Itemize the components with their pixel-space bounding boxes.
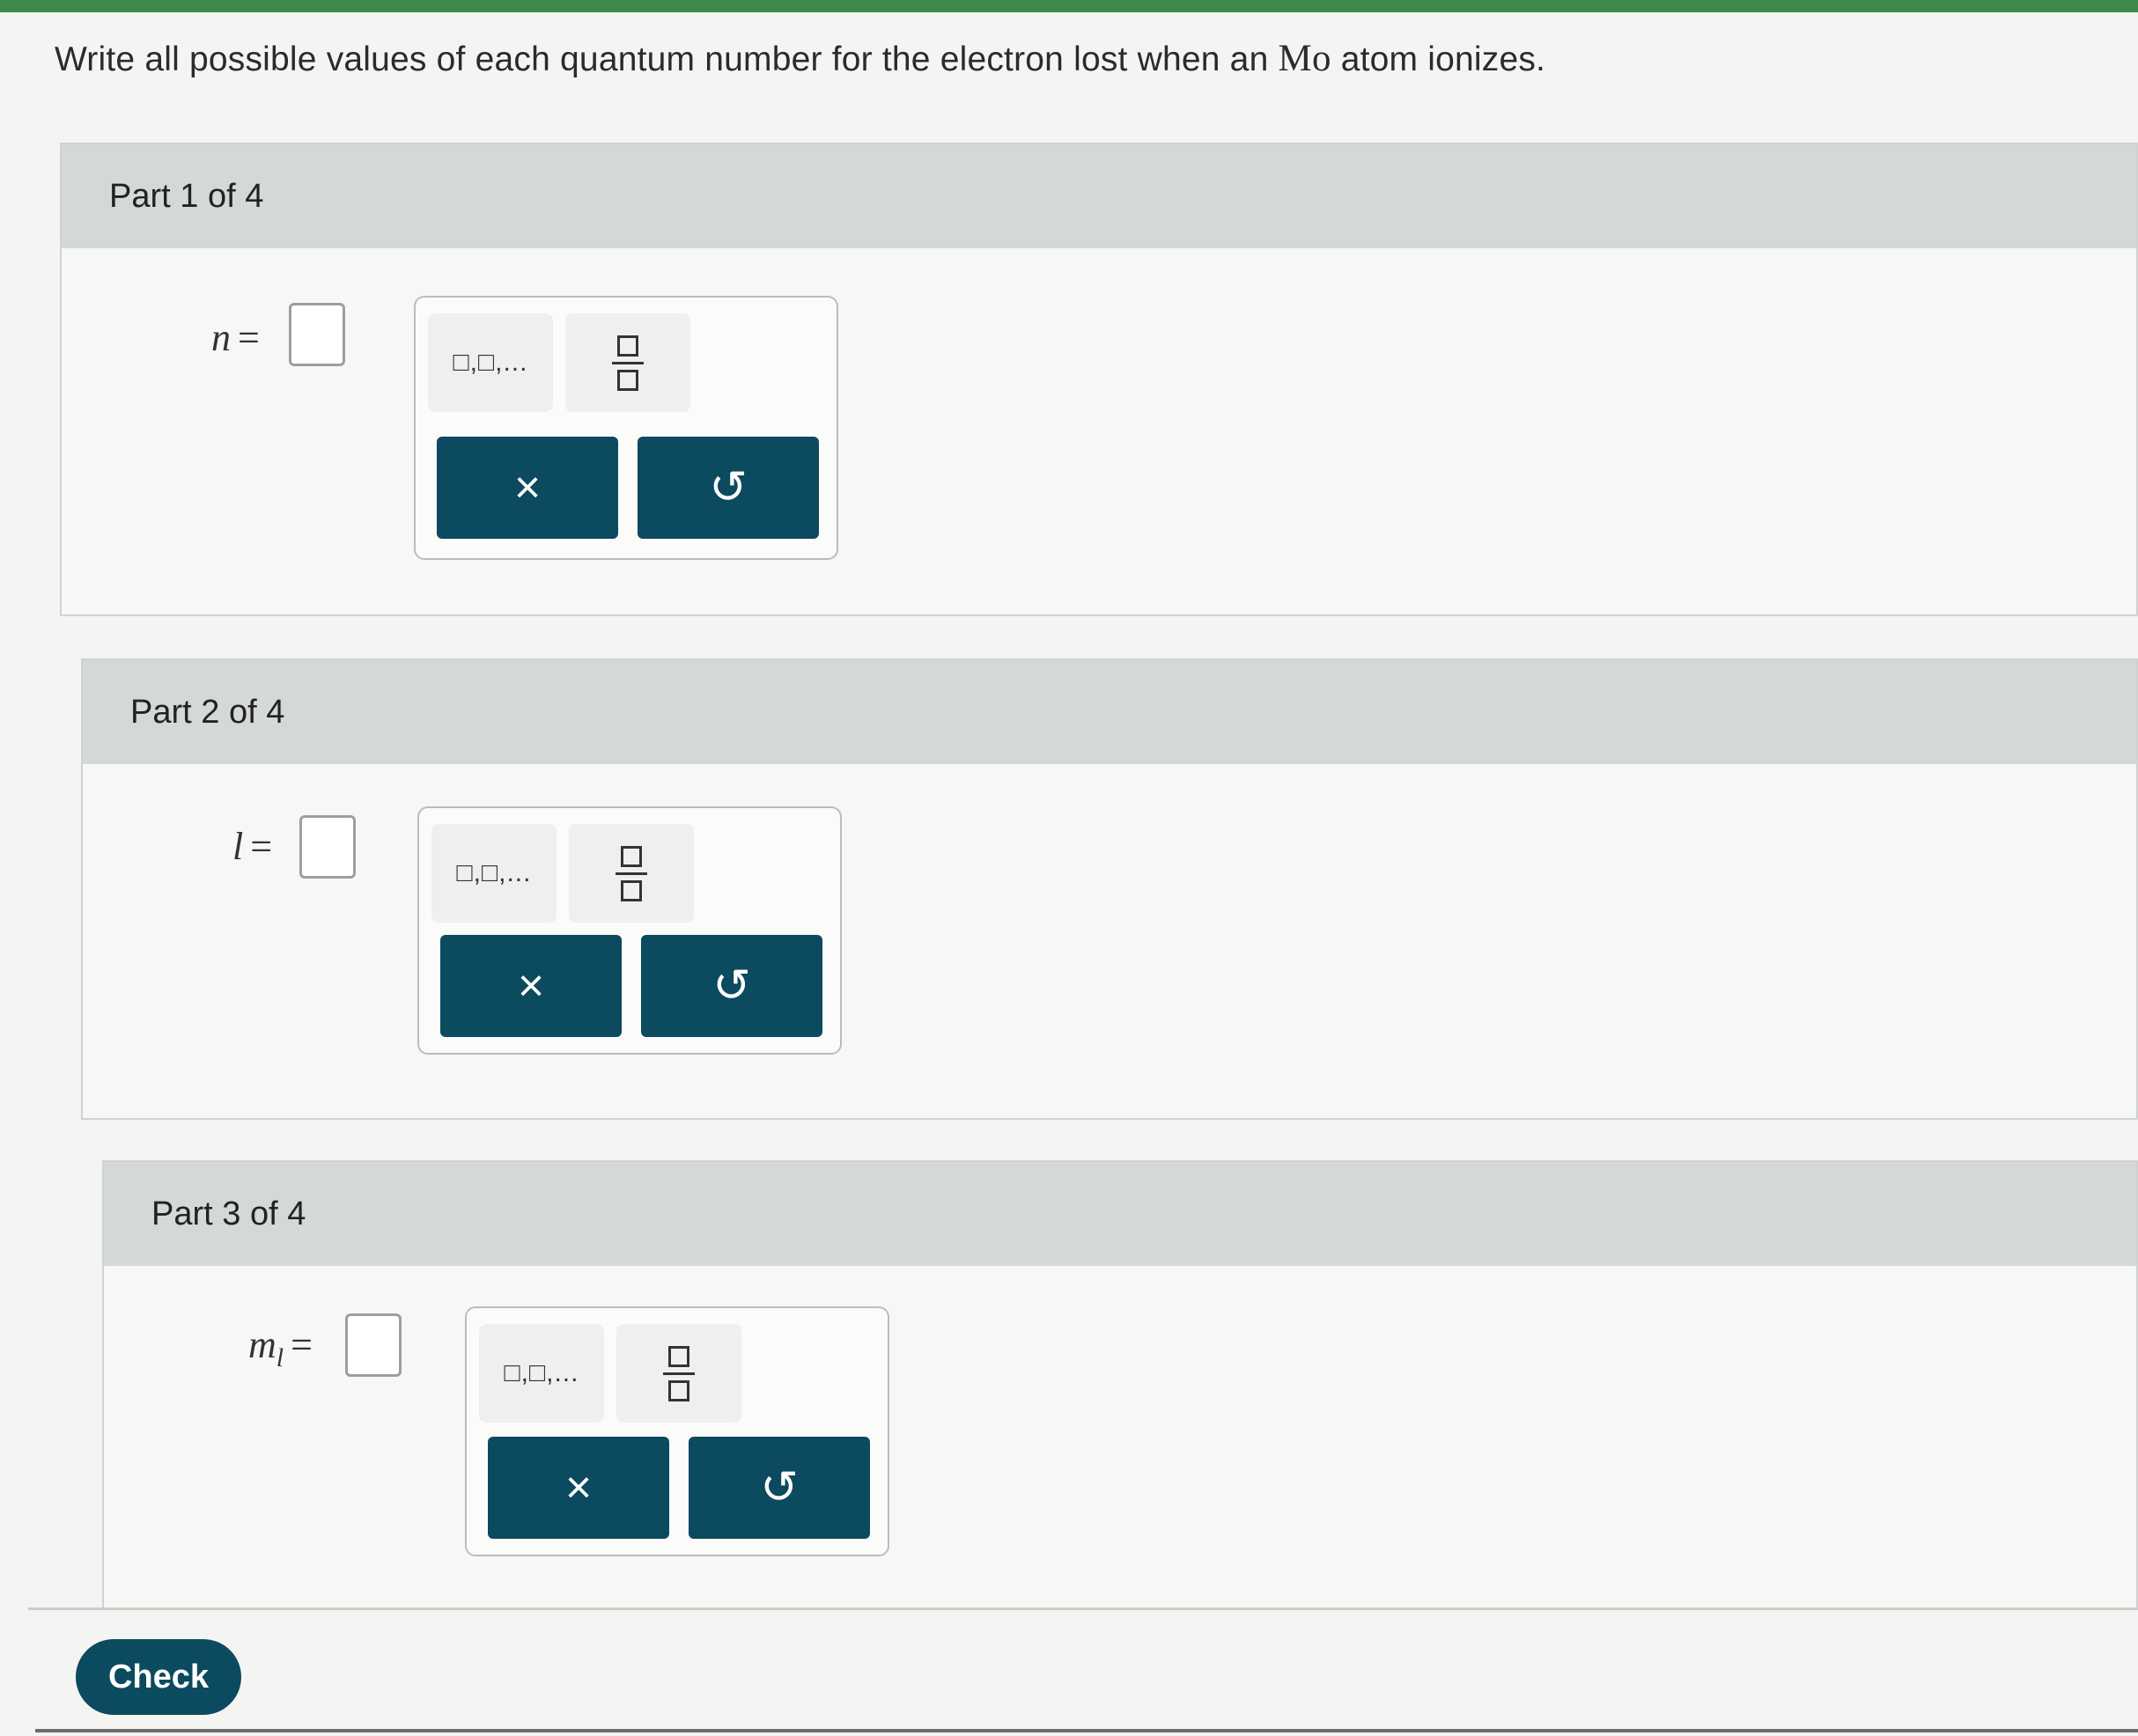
top-accent-strip (0, 0, 2138, 12)
bottom-border (35, 1729, 2138, 1732)
n-answer-input[interactable] (289, 303, 345, 366)
m-variable: m (248, 1323, 276, 1366)
undo-button[interactable]: ↺ (689, 1437, 870, 1539)
part-3-toolbox: □,□,... × ↺ (465, 1306, 889, 1556)
element-symbol: Mo (1278, 38, 1331, 79)
fraction-template-icon (663, 1345, 695, 1401)
undo-icon: ↺ (712, 960, 751, 1011)
part-1-panel: Part 1 of 4 n = □,□,... × ↺ (60, 143, 2138, 616)
list-template-button[interactable]: □,□,... (431, 824, 557, 923)
question-prefix: Write all possible values of each quantu… (55, 40, 1279, 78)
clear-button[interactable]: × (488, 1437, 669, 1539)
part-3-panel: Part 3 of 4 ml = □,□,... × ↺ (102, 1160, 2138, 1609)
fraction-template-button[interactable] (616, 1324, 741, 1423)
clear-button[interactable]: × (437, 437, 618, 539)
undo-icon: ↺ (760, 1462, 799, 1513)
l-variable: l (232, 825, 244, 868)
l-subscript: l (276, 1342, 284, 1372)
list-template-icon: □,□,... (504, 1358, 579, 1387)
part-2-panel: Part 2 of 4 l = □,□,... × ↺ (81, 658, 2138, 1120)
ml-label: ml = (248, 1322, 313, 1373)
equals-sign: = (250, 825, 273, 868)
clear-icon: × (517, 960, 545, 1011)
part-3-header: Part 3 of 4 (104, 1162, 2136, 1266)
l-label: l = (232, 824, 272, 869)
fraction-template-icon (612, 335, 644, 391)
fraction-template-icon (616, 845, 647, 901)
part-2-toolbox: □,□,... × ↺ (417, 806, 842, 1055)
question-text: Write all possible values of each quantu… (55, 37, 1545, 80)
n-label: n = (211, 315, 260, 360)
clear-button[interactable]: × (440, 935, 622, 1037)
section-divider (28, 1607, 2138, 1610)
l-answer-input[interactable] (299, 815, 356, 879)
undo-icon: ↺ (709, 462, 748, 513)
equals-sign: = (291, 1323, 313, 1366)
part-1-toolbox: □,□,... × ↺ (414, 296, 838, 560)
undo-button[interactable]: ↺ (641, 935, 822, 1037)
check-button[interactable]: Check (76, 1639, 241, 1715)
part-2-header: Part 2 of 4 (83, 660, 2136, 764)
clear-icon: × (564, 1462, 593, 1513)
list-template-button[interactable]: □,□,... (479, 1324, 604, 1423)
fraction-template-button[interactable] (565, 313, 690, 412)
list-template-button[interactable]: □,□,... (428, 313, 553, 412)
equals-sign: = (238, 316, 260, 359)
n-variable: n (211, 316, 231, 359)
part-1-header: Part 1 of 4 (62, 144, 2136, 248)
ml-answer-input[interactable] (345, 1313, 402, 1377)
clear-icon: × (513, 462, 542, 513)
list-template-icon: □,□,... (453, 348, 528, 377)
list-template-icon: □,□,... (456, 858, 532, 887)
undo-button[interactable]: ↺ (638, 437, 819, 539)
question-suffix: atom ionizes. (1331, 40, 1546, 78)
fraction-template-button[interactable] (569, 824, 694, 923)
